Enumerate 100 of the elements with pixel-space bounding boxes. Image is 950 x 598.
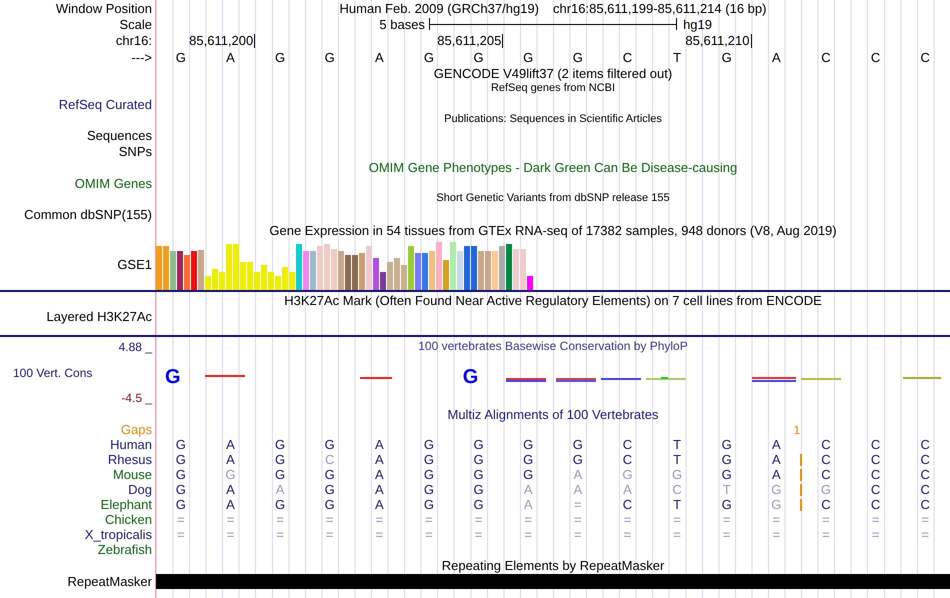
base-letter: C <box>920 437 930 452</box>
base-letter: = <box>921 527 929 542</box>
track-label[interactable]: Sequences <box>86 128 152 142</box>
species-label: Rhesus <box>108 452 152 467</box>
track-label[interactable]: OMIM Genes <box>74 176 152 190</box>
track-title: Gene Expression in 54 tissues from GTEx RNA-seq of 17382 samples, 948 donors (V8, Aug 2019) <box>269 222 837 238</box>
base-letter: G <box>572 437 583 452</box>
base-letter: C <box>920 467 930 482</box>
track-label[interactable]: GSE1 <box>117 256 152 272</box>
base-letter: A <box>276 482 284 497</box>
base-letter: = <box>673 512 681 527</box>
base-letter: C <box>920 482 930 497</box>
species-label: Elephant <box>100 497 152 512</box>
track-label[interactable]: SNPs <box>118 144 152 158</box>
track-title: Publications: Sequences in Scientific Articles <box>444 113 662 126</box>
base-letter: = <box>474 512 482 527</box>
track-label[interactable]: 100 Vert. Cons <box>0 366 92 380</box>
base-letter: G <box>474 497 484 512</box>
species-label: Zebrafish <box>98 542 152 557</box>
base-letter: C <box>870 497 880 512</box>
base-letter: G <box>523 50 534 64</box>
track-title: 100 vertebrates Basewise Conservation by PhyloP <box>418 339 688 354</box>
base-letter: = <box>226 512 234 527</box>
scale-length: 5 bases <box>379 16 425 32</box>
base-letter: = <box>921 512 929 527</box>
ruler-tick-label: 85,611,200 <box>189 34 256 48</box>
base-letter: A <box>374 437 384 452</box>
base-letter: C <box>672 482 682 497</box>
position-range: chr16:85,611,199-85,611,214 (16 bp) <box>552 0 766 16</box>
base-letter: C <box>821 452 831 467</box>
base-letter: = <box>376 527 384 542</box>
base-letter: G <box>572 452 583 467</box>
base-letter: A <box>772 467 781 482</box>
species-label: Human <box>110 437 152 452</box>
base-letter: C <box>870 437 880 452</box>
base-letter: A <box>623 482 632 497</box>
base-letter: G <box>324 497 335 512</box>
base-letter: A <box>226 437 235 452</box>
track-label[interactable]: Common dbSNP(155) <box>24 206 152 222</box>
track-label[interactable]: Layered H3K27Ac <box>46 309 152 324</box>
track-title: Repeating Elements by RepeatMasker <box>442 558 664 572</box>
base-letter: C <box>920 497 930 512</box>
assembly-title: Human Feb. 2009 (GRCh37/hg19) <box>340 0 539 16</box>
base-letter: = <box>822 527 830 542</box>
insertion-mark <box>800 454 802 466</box>
base-letter: C <box>821 437 831 452</box>
base-letter: A <box>226 452 235 467</box>
track-title: Multiz Alignments of 100 Vertebrates <box>447 406 658 422</box>
species-label: Chicken <box>105 512 152 527</box>
base-letter: G <box>176 437 186 452</box>
base-letter: A <box>573 467 582 482</box>
base-letter: G <box>523 467 534 482</box>
base-letter: G <box>324 437 335 452</box>
base-letter: A <box>374 50 384 64</box>
base-letter: A <box>772 452 781 467</box>
base-letter: = <box>772 512 780 527</box>
base-letter: = <box>376 512 384 527</box>
base-letter: G <box>424 497 434 512</box>
base-letter: G <box>474 452 484 467</box>
base-letter: = <box>574 527 582 542</box>
base-letter: G <box>324 467 335 482</box>
base-letter: = <box>872 527 880 542</box>
species-label: Mouse <box>112 467 152 482</box>
ruler-tick-label: 85,611,210 <box>685 34 752 48</box>
base-letter: G <box>820 482 831 497</box>
base-letter: G <box>474 437 484 452</box>
base-letter: = <box>524 527 532 542</box>
track-label[interactable]: RepeatMasker <box>67 574 152 588</box>
base-letter: = <box>226 527 234 542</box>
logo-letter: G <box>462 368 478 386</box>
base-letter: = <box>574 512 582 527</box>
base-letter: G <box>672 467 682 482</box>
ruler-tick-label: 85,611,205 <box>437 34 504 48</box>
base-letter: = <box>276 527 284 542</box>
track-title: OMIM Gene Phenotypes - Dark Green Can Be Disease-causing <box>368 160 738 174</box>
base-letter: = <box>425 512 433 527</box>
base-letter: T <box>673 452 682 467</box>
base-letter: T <box>722 482 731 497</box>
base-letter: = <box>772 527 780 542</box>
insertion-mark <box>800 499 802 511</box>
track-label: Window Position <box>56 0 152 16</box>
species-label: Dog <box>128 482 152 497</box>
base-letter: = <box>524 512 532 527</box>
base-letter: G <box>474 50 484 64</box>
base-letter: A <box>226 50 235 64</box>
gap-count: 1 <box>793 422 800 436</box>
base-letter: C <box>920 452 930 467</box>
base-letter: G <box>572 50 583 64</box>
base-letter: A <box>573 482 582 497</box>
axis-max-label: 4.88 _ <box>118 340 152 354</box>
base-letter: C <box>324 452 334 467</box>
base-letter: G <box>424 50 434 64</box>
base-letter: = <box>722 512 730 527</box>
base-letter: = <box>177 512 185 527</box>
base-letter: A <box>374 452 384 467</box>
insertion-mark <box>800 484 802 496</box>
insertion-mark <box>800 469 802 481</box>
base-letter: = <box>872 512 880 527</box>
track-label[interactable]: RefSeq Curated <box>58 96 152 112</box>
base-letter: A <box>524 497 533 512</box>
